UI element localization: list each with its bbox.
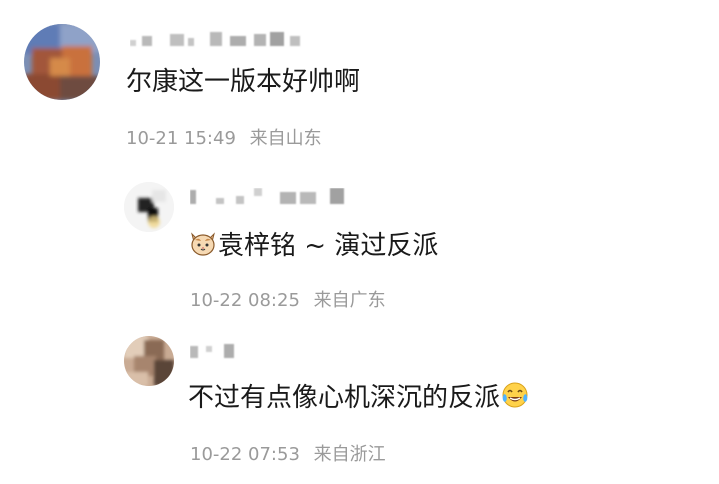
timestamp: 10-21 15:49 <box>126 128 236 149</box>
timestamp: 10-22 08:25 <box>190 290 300 311</box>
comment-text-body: 袁梓铭 ~ 演过反派 <box>218 231 439 261</box>
avatar[interactable] <box>24 24 100 100</box>
comment-meta: 10-21 15:49 来自山东 <box>126 128 322 150</box>
avatar[interactable] <box>124 336 174 386</box>
blurred-username-icon <box>130 32 300 46</box>
blurred-username-icon <box>190 188 344 204</box>
comment-text: 袁梓铭 ~ 演过反派 <box>188 228 438 266</box>
location: 来自山东 <box>249 128 322 149</box>
comment-text-body: 不过有点像心机深沉的反派 <box>188 383 501 413</box>
location: 来自浙江 <box>313 444 386 465</box>
location: 来自广东 <box>313 290 386 311</box>
comment-text: 不过有点像心机深沉的反派 <box>188 380 530 418</box>
username-blurred[interactable] <box>190 188 360 212</box>
username-blurred[interactable] <box>130 30 330 54</box>
comment-item-1[interactable]: 尔康这一版本好帅啊 10-21 15:49 来自山东 <box>0 0 719 160</box>
avatar[interactable] <box>124 182 174 232</box>
blurred-username-icon <box>190 344 234 358</box>
blurred-avatar-icon <box>124 336 174 386</box>
username-blurred[interactable] <box>190 342 250 366</box>
tears-of-joy-icon <box>500 380 530 418</box>
comment-item-2[interactable]: 袁梓铭 ~ 演过反派 10-22 08:25 来自广东 <box>0 170 719 320</box>
comment-text: 尔康这一版本好帅啊 <box>126 67 361 97</box>
comment-meta: 10-22 07:53 来自浙江 <box>190 444 386 466</box>
cat-face-icon <box>188 228 218 266</box>
comment-meta: 10-22 08:25 来自广东 <box>190 290 386 312</box>
timestamp: 10-22 07:53 <box>190 444 300 465</box>
blurred-avatar-icon <box>124 182 174 232</box>
comment-item-3[interactable]: 不过有点像心机深沉的反派 10-22 07:53 来自浙江 <box>0 330 719 480</box>
blurred-avatar-icon <box>24 24 100 100</box>
